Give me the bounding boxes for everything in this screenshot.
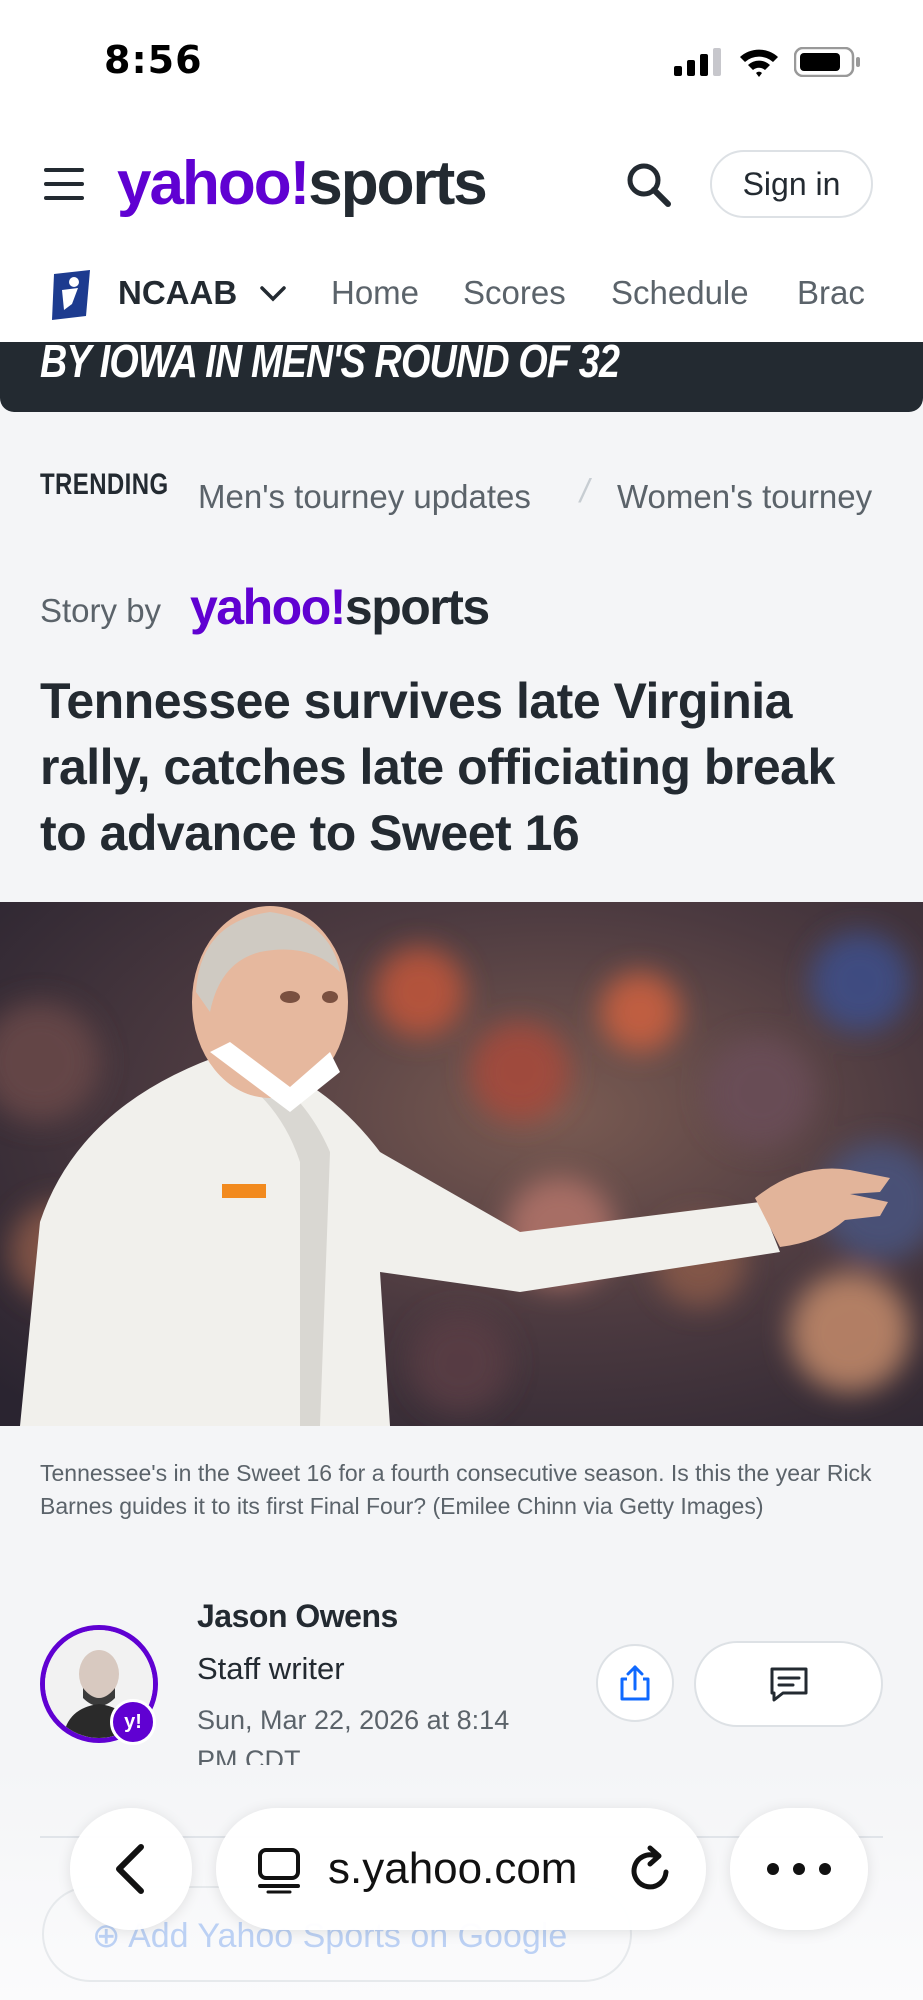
battery-icon — [794, 47, 860, 77]
author-role: Staff writer — [197, 1651, 345, 1686]
share-icon — [620, 1665, 650, 1701]
sport-selector[interactable]: NCAAB — [118, 274, 237, 312]
chevron-down-icon[interactable] — [258, 284, 288, 304]
sport-nav: NCAAB Home Scores Schedule Brac — [0, 262, 923, 342]
browser-more-button[interactable] — [730, 1808, 868, 1930]
sign-in-button[interactable]: Sign in — [710, 150, 873, 218]
nav-schedule[interactable]: Schedule — [611, 274, 749, 312]
yahoo-author-badge: y! — [110, 1699, 156, 1745]
article-headline: Tennessee survives late Virginia rally, … — [40, 673, 835, 861]
source-logo-sports: sports — [344, 579, 490, 635]
cellular-signal-icon — [674, 48, 721, 76]
hamburger-menu-icon[interactable] — [44, 168, 84, 200]
status-bar: 8:56 — [0, 0, 923, 125]
more-horizontal-icon — [767, 1863, 831, 1875]
yahoo-sports-logo[interactable]: yahoo!sports — [117, 148, 488, 219]
reload-icon[interactable] — [626, 1844, 676, 1896]
chevron-left-icon — [116, 1844, 144, 1894]
ncaab-logo-icon — [52, 270, 90, 320]
share-button[interactable] — [596, 1644, 674, 1722]
story-source-logo: yahoo!sports — [190, 578, 490, 636]
trending-bar: TRENDING Men's tourney updates / Women's… — [0, 460, 923, 520]
browser-url-text: s.yahoo.com — [328, 1844, 578, 1893]
comments-button[interactable] — [694, 1641, 883, 1727]
comment-icon — [770, 1667, 807, 1702]
featured-banner[interactable]: BY IOWA IN MEN'S ROUND OF 32 — [0, 342, 923, 412]
nav-scores[interactable]: Scores — [463, 274, 566, 312]
article-hero-image[interactable] — [0, 902, 923, 1426]
trending-item[interactable]: Women's tourney — [617, 478, 872, 516]
story-by-label: Story by — [40, 592, 162, 629]
logo-yahoo-text: yahoo! — [117, 149, 310, 218]
nav-home[interactable]: Home — [331, 274, 419, 312]
author-name[interactable]: Jason Owens — [197, 1598, 398, 1635]
trending-label: TRENDING — [40, 468, 169, 501]
wifi-icon — [740, 49, 778, 77]
trending-separator: / — [580, 472, 590, 509]
banner-text: BY IOWA IN MEN'S ROUND OF 32 — [40, 342, 620, 387]
browser-address-bar[interactable]: s.yahoo.com — [216, 1808, 706, 1930]
logo-sports-text: sports — [308, 149, 487, 218]
nav-bracket[interactable]: Brac — [797, 274, 865, 312]
status-time: 8:56 — [104, 38, 203, 82]
image-caption: Tennessee's in the Sweet 16 for a fourth… — [40, 1460, 872, 1519]
source-logo-yahoo: yahoo! — [190, 579, 346, 635]
tabs-icon[interactable] — [254, 1846, 304, 1894]
search-icon[interactable] — [624, 160, 674, 210]
trending-item[interactable]: Men's tourney updates — [198, 478, 531, 516]
browser-back-button[interactable] — [70, 1808, 192, 1930]
